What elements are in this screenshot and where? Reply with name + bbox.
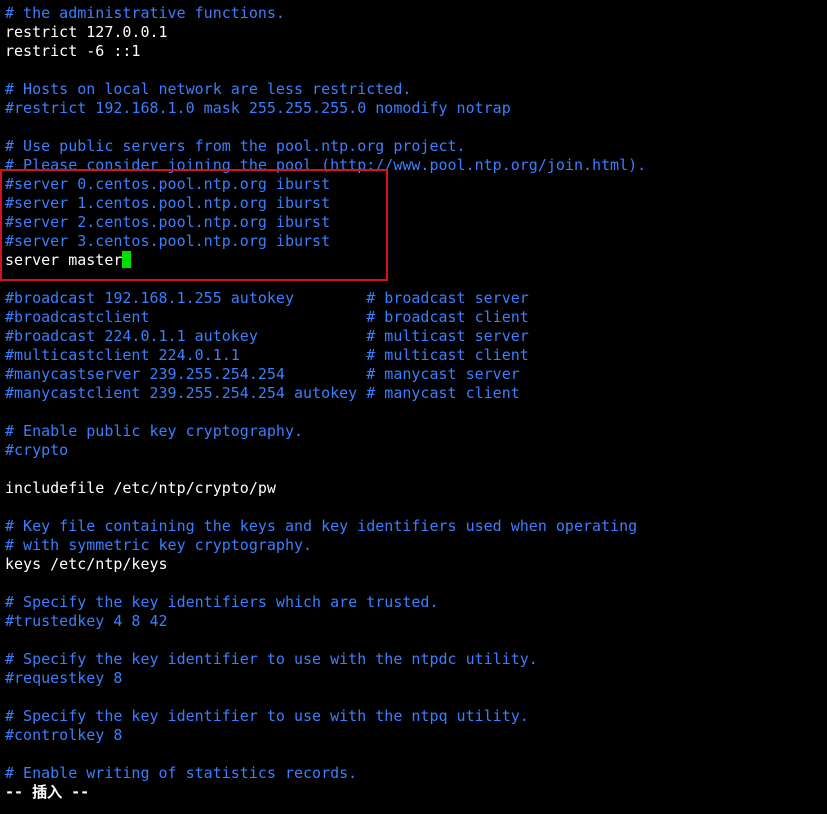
comment-text: #broadcastclient # broadcast client: [5, 308, 529, 326]
editor-line[interactable]: [5, 403, 646, 422]
editor-line[interactable]: # Enable public key cryptography.: [5, 422, 646, 441]
comment-text: # Use public servers from the pool.ntp.o…: [5, 137, 466, 155]
editor-line[interactable]: restrict 127.0.0.1: [5, 23, 646, 42]
editor-line[interactable]: # with symmetric key cryptography.: [5, 536, 646, 555]
editor-line[interactable]: #restrict 192.168.1.0 mask 255.255.255.0…: [5, 99, 646, 118]
config-text: includefile /etc/ntp/crypto/pw: [5, 479, 276, 497]
editor-line[interactable]: [5, 688, 646, 707]
editor-line[interactable]: #broadcast 224.0.1.1 autokey # multicast…: [5, 327, 646, 346]
comment-text: #requestkey 8: [5, 669, 123, 687]
comment-text: # the administrative functions.: [5, 4, 285, 22]
comment-text: #broadcast 192.168.1.255 autokey # broad…: [5, 289, 529, 307]
comment-text: # with symmetric key cryptography.: [5, 536, 313, 554]
comment-text: #manycastserver 239.255.254.254 # manyca…: [5, 365, 520, 383]
editor-line[interactable]: #requestkey 8: [5, 669, 646, 688]
editor-line[interactable]: includefile /etc/ntp/crypto/pw: [5, 479, 646, 498]
comment-text: #multicastclient 224.0.1.1 # multicast c…: [5, 346, 529, 364]
comment-text: #broadcast 224.0.1.1 autokey # multicast…: [5, 327, 529, 345]
editor-line[interactable]: [5, 745, 646, 764]
editor-line[interactable]: # Use public servers from the pool.ntp.o…: [5, 137, 646, 156]
comment-text: # Specify the key identifier to use with…: [5, 650, 538, 668]
editor-line[interactable]: # Specify the key identifier to use with…: [5, 650, 646, 669]
comment-text: # Specify the key identifier to use with…: [5, 707, 529, 725]
vim-mode-indicator: -- 插入 --: [5, 783, 90, 801]
editor-line[interactable]: #controlkey 8: [5, 726, 646, 745]
editor-line[interactable]: [5, 460, 646, 479]
editor-line[interactable]: #broadcastclient # broadcast client: [5, 308, 646, 327]
comment-text: # Key file containing the keys and key i…: [5, 517, 638, 535]
editor-line[interactable]: #broadcast 192.168.1.255 autokey # broad…: [5, 289, 646, 308]
editor-buffer[interactable]: # the administrative functions. restrict …: [5, 4, 646, 783]
config-text: restrict -6 ::1: [5, 42, 141, 60]
editor-line[interactable]: [5, 118, 646, 137]
editor-line[interactable]: # Specify the key identifier to use with…: [5, 707, 646, 726]
highlight-annotation-box: [0, 169, 388, 281]
comment-text: #controlkey 8: [5, 726, 123, 744]
editor-line[interactable]: [5, 61, 646, 80]
comment-text: # Hosts on local network are less restri…: [5, 80, 412, 98]
editor-line[interactable]: # Specify the key identifiers which are …: [5, 593, 646, 612]
comment-text: # Enable public key cryptography.: [5, 422, 304, 440]
editor-line[interactable]: # Key file containing the keys and key i…: [5, 517, 646, 536]
editor-line[interactable]: #multicastclient 224.0.1.1 # multicast c…: [5, 346, 646, 365]
comment-text: # Enable writing of statistics records.: [5, 764, 358, 782]
config-text: keys /etc/ntp/keys: [5, 555, 168, 573]
editor-line[interactable]: #manycastclient 239.255.254.254 autokey …: [5, 384, 646, 403]
editor-line[interactable]: #trustedkey 4 8 42: [5, 612, 646, 631]
comment-text: #crypto: [5, 441, 69, 459]
comment-text: #trustedkey 4 8 42: [5, 612, 168, 630]
comment-text: #manycastclient 239.255.254.254 autokey …: [5, 384, 520, 402]
editor-line[interactable]: # the administrative functions.: [5, 4, 646, 23]
editor-line[interactable]: restrict -6 ::1: [5, 42, 646, 61]
config-text: restrict 127.0.0.1: [5, 23, 168, 41]
editor-line[interactable]: #crypto: [5, 441, 646, 460]
editor-line[interactable]: #manycastserver 239.255.254.254 # manyca…: [5, 365, 646, 384]
editor-line[interactable]: # Hosts on local network are less restri…: [5, 80, 646, 99]
comment-text: # Specify the key identifiers which are …: [5, 593, 439, 611]
editor-line[interactable]: # Enable writing of statistics records.: [5, 764, 646, 783]
editor-line[interactable]: [5, 631, 646, 650]
editor-line[interactable]: keys /etc/ntp/keys: [5, 555, 646, 574]
editor-line[interactable]: [5, 574, 646, 593]
comment-text: #restrict 192.168.1.0 mask 255.255.255.0…: [5, 99, 511, 117]
editor-line[interactable]: [5, 498, 646, 517]
